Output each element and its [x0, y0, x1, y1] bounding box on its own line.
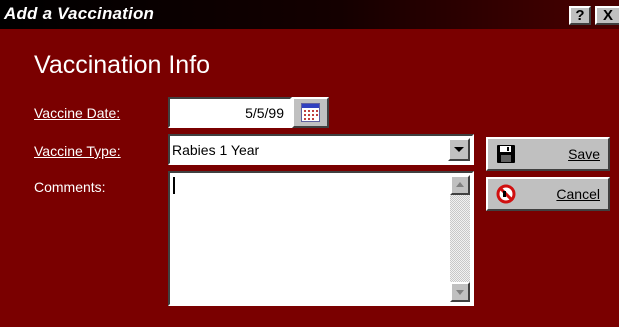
text-caret	[173, 177, 175, 194]
chevron-down-icon	[454, 147, 464, 152]
help-button[interactable]: ?	[569, 6, 591, 25]
arrow-down-icon	[456, 290, 464, 295]
arrow-up-icon	[456, 182, 464, 187]
scroll-down-button[interactable]	[450, 282, 470, 302]
comments-label: Comments:	[34, 179, 106, 195]
calendar-button[interactable]	[292, 97, 329, 128]
save-label: Save	[568, 146, 600, 162]
calendar-icon	[301, 103, 320, 122]
page-title: Vaccination Info	[34, 51, 211, 79]
title-bar[interactable]: Add a Vaccination ? X	[0, 0, 619, 29]
cancel-button[interactable]: Cancel	[486, 177, 610, 211]
save-button[interactable]: Save	[486, 137, 610, 171]
vaccine-date-value: 5/5/99	[245, 105, 284, 121]
floppy-disk-icon	[497, 145, 515, 163]
vaccine-type-value: Rabies 1 Year	[172, 142, 260, 158]
close-button[interactable]: X	[595, 6, 619, 25]
cancel-icon	[496, 184, 516, 204]
cancel-label: Cancel	[556, 186, 600, 202]
dropdown-button[interactable]	[448, 138, 470, 161]
scroll-up-button[interactable]	[450, 175, 470, 195]
comments-scrollbar[interactable]	[450, 175, 470, 302]
comments-textarea[interactable]	[168, 171, 474, 306]
vaccine-date-label: Vaccine Date:	[34, 105, 121, 121]
vaccine-type-select[interactable]: Rabies 1 Year	[168, 134, 474, 165]
add-vaccination-dialog: Add a Vaccination ? X Vaccination Info V…	[0, 0, 619, 327]
vaccine-date-field[interactable]: 5/5/99	[168, 97, 292, 128]
vaccine-type-label: Vaccine Type:	[34, 143, 121, 159]
window-title: Add a Vaccination	[4, 4, 155, 23]
